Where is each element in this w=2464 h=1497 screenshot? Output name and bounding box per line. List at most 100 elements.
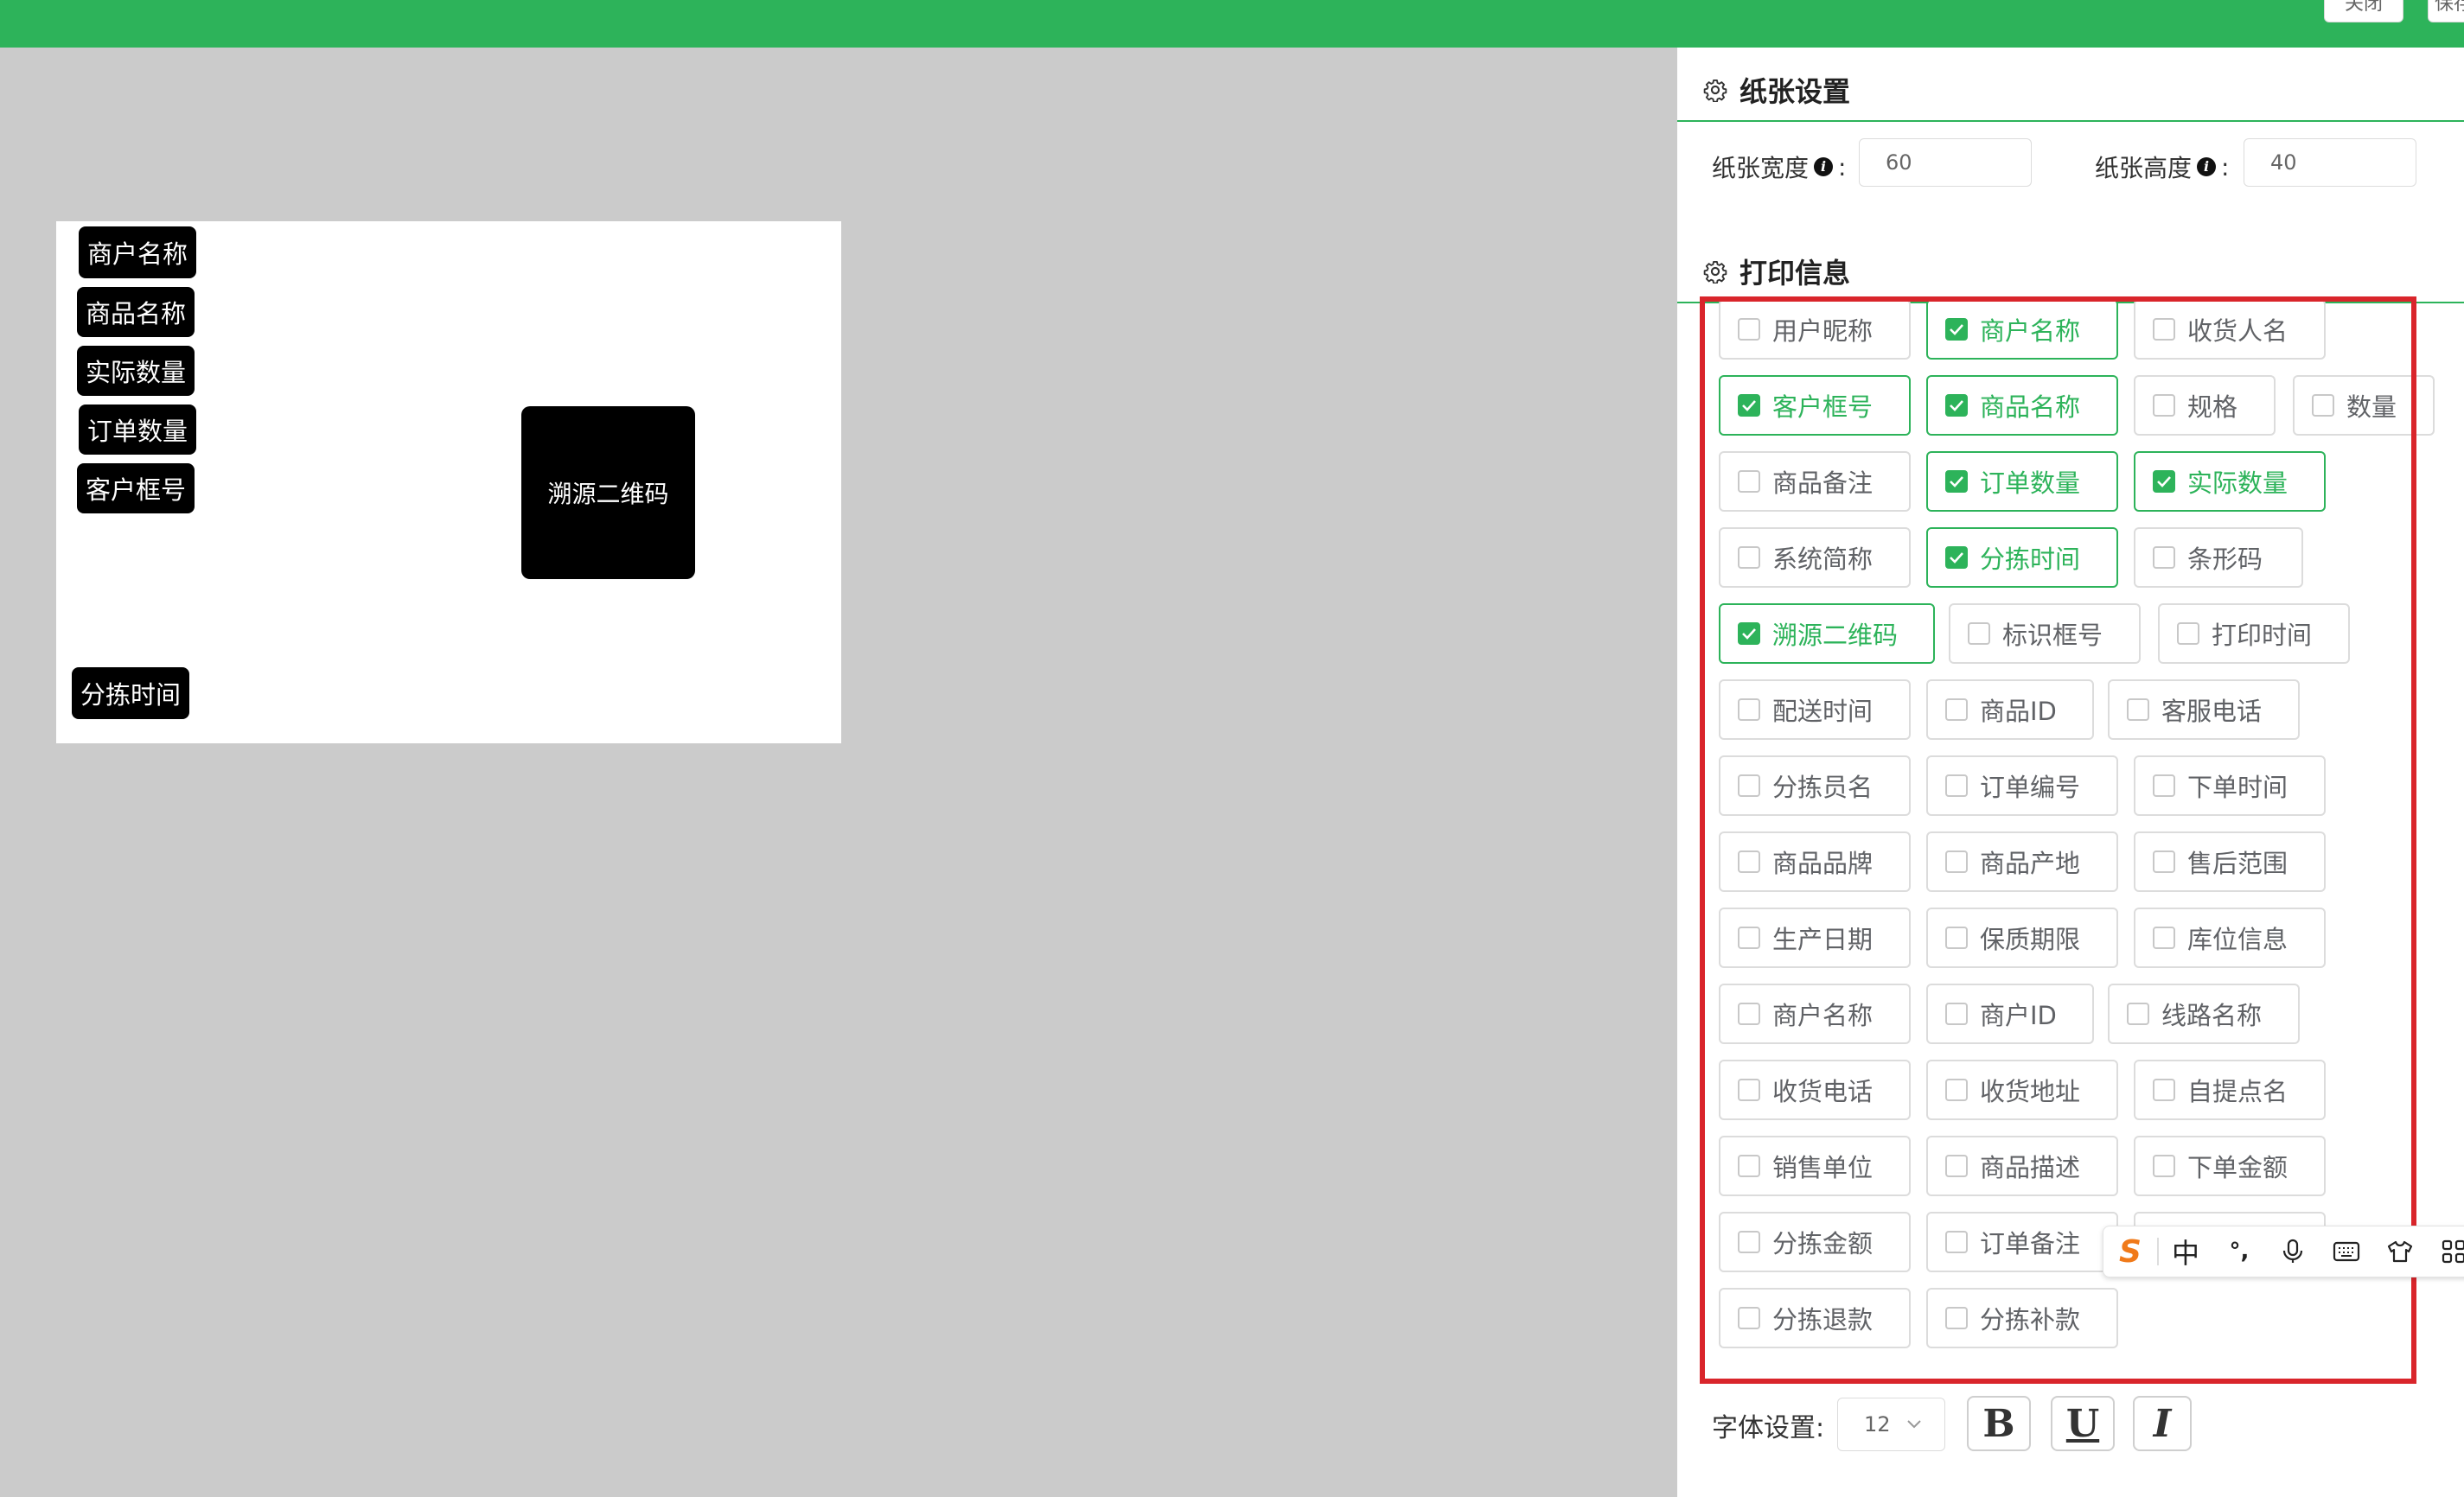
underline-button[interactable]: U	[2051, 1396, 2115, 1451]
checkbox-icon[interactable]	[1945, 698, 1968, 721]
ime-logo-icon[interactable]: S	[2103, 1226, 2157, 1277]
checkbox-icon[interactable]	[2153, 1155, 2175, 1177]
print-option-checkbox[interactable]: 分拣补款	[1926, 1288, 2118, 1348]
print-option-checkbox[interactable]: 下单时间	[2134, 755, 2326, 816]
checkbox-checked-icon[interactable]	[1945, 394, 1968, 417]
checkbox-icon[interactable]	[1738, 1155, 1760, 1177]
print-option-checkbox[interactable]: 标识框号	[1949, 603, 2141, 664]
checkbox-checked-icon[interactable]	[1945, 470, 1968, 493]
print-option-checkbox[interactable]: 商品品牌	[1719, 831, 1911, 892]
checkbox-icon[interactable]	[1738, 1003, 1760, 1025]
print-option-checkbox[interactable]: 销售单位	[1719, 1136, 1911, 1196]
checkbox-icon[interactable]	[1738, 546, 1760, 569]
checkbox-icon[interactable]	[2312, 394, 2334, 417]
print-option-checkbox[interactable]: 分拣退款	[1719, 1288, 1911, 1348]
ime-punctuation-button[interactable]: °,	[2212, 1226, 2266, 1277]
checkbox-icon[interactable]	[1945, 774, 1968, 797]
close-button[interactable]: 关闭	[2324, 0, 2403, 22]
save-button[interactable]: 保存	[2428, 0, 2464, 22]
checkbox-icon[interactable]	[2153, 774, 2175, 797]
print-option-checkbox[interactable]: 商品产地	[1926, 831, 2118, 892]
checkbox-icon[interactable]	[1738, 318, 1760, 341]
print-option-checkbox[interactable]: 分拣时间	[1926, 527, 2118, 588]
checkbox-icon[interactable]	[1738, 850, 1760, 873]
checkbox-icon[interactable]	[1945, 1079, 1968, 1101]
checkbox-icon[interactable]	[2127, 698, 2149, 721]
print-option-checkbox[interactable]: 商户名称	[1719, 984, 1911, 1044]
grid-menu-icon[interactable]	[2427, 1226, 2464, 1277]
print-option-checkbox[interactable]: 实际数量	[2134, 451, 2326, 512]
checkbox-icon[interactable]	[1738, 927, 1760, 949]
checkbox-icon[interactable]	[1945, 1155, 1968, 1177]
canvas-field-order-quantity[interactable]: 订单数量	[79, 405, 196, 455]
checkbox-icon[interactable]	[2153, 927, 2175, 949]
print-option-checkbox[interactable]: 商品描述	[1926, 1136, 2118, 1196]
checkbox-icon[interactable]	[1945, 1003, 1968, 1025]
checkbox-icon[interactable]	[2153, 850, 2175, 873]
print-option-checkbox[interactable]: 商品备注	[1719, 451, 1911, 512]
print-option-checkbox[interactable]: 溯源二维码	[1719, 603, 1935, 664]
print-option-checkbox[interactable]: 售后范围	[2134, 831, 2326, 892]
checkbox-icon[interactable]	[1738, 1307, 1760, 1329]
canvas-field-actual-quantity[interactable]: 实际数量	[77, 346, 195, 396]
print-option-checkbox[interactable]: 客服电话	[2108, 679, 2300, 740]
canvas-field-trace-qr-code[interactable]: 溯源二维码	[521, 406, 695, 579]
checkbox-icon[interactable]	[1738, 1231, 1760, 1253]
checkbox-icon[interactable]	[2153, 1079, 2175, 1101]
print-option-checkbox[interactable]: 库位信息	[2134, 908, 2326, 968]
checkbox-icon[interactable]	[1738, 698, 1760, 721]
checkbox-icon[interactable]	[2153, 546, 2175, 569]
print-option-checkbox[interactable]: 配送时间	[1719, 679, 1911, 740]
print-option-checkbox[interactable]: 客户框号	[1719, 375, 1911, 436]
print-option-checkbox[interactable]: 用户昵称	[1719, 299, 1911, 360]
print-option-checkbox[interactable]: 自提点名	[2134, 1060, 2326, 1120]
print-option-checkbox[interactable]: 订单编号	[1926, 755, 2118, 816]
print-option-checkbox[interactable]: 保质期限	[1926, 908, 2118, 968]
canvas-field-merchant-name[interactable]: 商户名称	[79, 226, 196, 278]
print-option-checkbox[interactable]: 订单备注	[1926, 1212, 2118, 1272]
print-option-checkbox[interactable]: 下单金额	[2134, 1136, 2326, 1196]
print-option-checkbox[interactable]: 商品ID	[1926, 679, 2094, 740]
print-option-checkbox[interactable]: 收货地址	[1926, 1060, 2118, 1120]
bold-button[interactable]: B	[1967, 1396, 2031, 1451]
checkbox-icon[interactable]	[1968, 622, 1990, 645]
canvas-field-sort-time[interactable]: 分拣时间	[72, 667, 189, 719]
print-option-checkbox[interactable]: 线路名称	[2108, 984, 2300, 1044]
checkbox-checked-icon[interactable]	[1945, 546, 1968, 569]
canvas-field-product-name[interactable]: 商品名称	[77, 287, 195, 337]
print-option-checkbox[interactable]: 商户名称	[1926, 299, 2118, 360]
checkbox-icon[interactable]	[2153, 394, 2175, 417]
print-option-checkbox[interactable]: 收货电话	[1719, 1060, 1911, 1120]
italic-button[interactable]: I	[2133, 1396, 2192, 1451]
print-option-checkbox[interactable]: 数量	[2293, 375, 2435, 436]
canvas-field-customer-box-number[interactable]: 客户框号	[77, 463, 195, 513]
checkbox-icon[interactable]	[2153, 318, 2175, 341]
info-icon[interactable]: i	[2197, 157, 2217, 176]
checkbox-icon[interactable]	[1945, 1231, 1968, 1253]
print-option-checkbox[interactable]: 分拣员名	[1719, 755, 1911, 816]
checkbox-icon[interactable]	[1945, 927, 1968, 949]
print-option-checkbox[interactable]: 订单数量	[1926, 451, 2118, 512]
print-option-checkbox[interactable]: 分拣金额	[1719, 1212, 1911, 1272]
checkbox-checked-icon[interactable]	[1738, 622, 1760, 645]
print-option-checkbox[interactable]: 生产日期	[1719, 908, 1911, 968]
checkbox-icon[interactable]	[1738, 774, 1760, 797]
paper-height-input[interactable]: 40	[2244, 138, 2416, 187]
print-option-checkbox[interactable]: 收货人名	[2134, 299, 2326, 360]
skin-shirt-icon[interactable]	[2373, 1226, 2427, 1277]
checkbox-checked-icon[interactable]	[1738, 394, 1760, 417]
print-option-checkbox[interactable]: 打印时间	[2158, 603, 2350, 664]
print-option-checkbox[interactable]: 系统简称	[1719, 527, 1911, 588]
checkbox-icon[interactable]	[2177, 622, 2199, 645]
microphone-icon[interactable]	[2266, 1226, 2320, 1277]
keyboard-icon[interactable]	[2320, 1226, 2373, 1277]
checkbox-icon[interactable]	[1945, 850, 1968, 873]
checkbox-icon[interactable]	[1945, 1307, 1968, 1329]
checkbox-icon[interactable]	[1738, 470, 1760, 493]
checkbox-icon[interactable]	[2127, 1003, 2149, 1025]
info-icon[interactable]: i	[1814, 157, 1834, 176]
print-option-checkbox[interactable]: 商户ID	[1926, 984, 2094, 1044]
checkbox-checked-icon[interactable]	[2153, 470, 2175, 493]
print-option-checkbox[interactable]: 商品名称	[1926, 375, 2118, 436]
print-option-checkbox[interactable]: 条形码	[2134, 527, 2303, 588]
